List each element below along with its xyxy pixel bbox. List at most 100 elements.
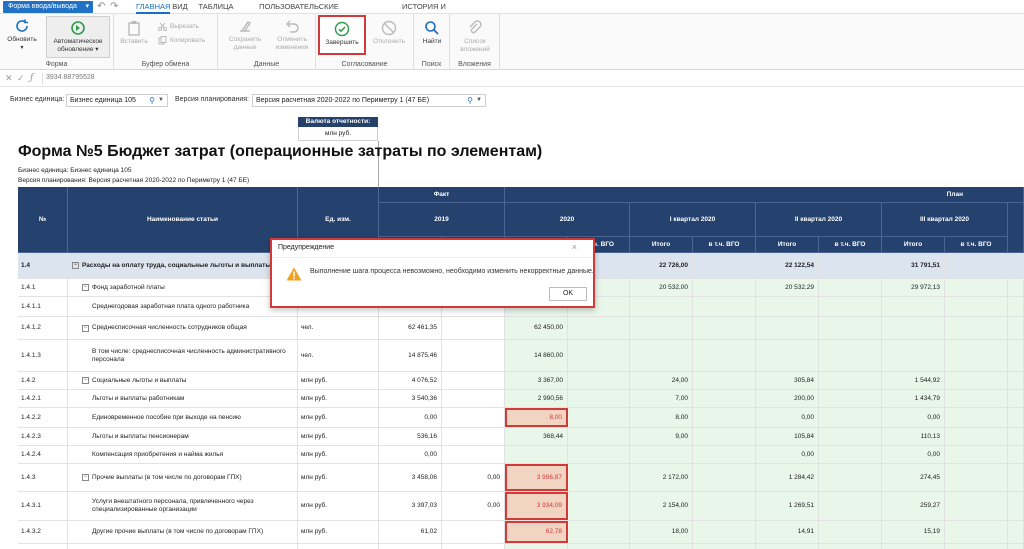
cell-q1-vgo[interactable] (693, 340, 756, 371)
cell-q2-vgo[interactable] (819, 317, 882, 339)
cell-q3-vgo[interactable] (945, 544, 1008, 549)
cell-q2-vgo[interactable] (819, 408, 882, 427)
cell-q2-vgo[interactable] (819, 446, 882, 463)
cell-extra[interactable] (1008, 279, 1024, 296)
cell-q1-vgo[interactable] (693, 297, 756, 316)
cell-2019-total[interactable]: 536,16 (379, 428, 442, 445)
undo-changes-button[interactable]: Отменить изменения (270, 18, 314, 52)
cell-extra[interactable] (1008, 372, 1024, 389)
ok-button[interactable]: OK (549, 287, 587, 301)
cell-q1-vgo[interactable] (693, 464, 756, 491)
cell-2020-vgo[interactable] (568, 372, 630, 389)
cell-q2-total[interactable]: 200,00 (756, 390, 819, 407)
cell-q3-total[interactable] (882, 317, 945, 339)
collapse-toggle-icon[interactable]: − (82, 474, 89, 481)
cell-q2-total[interactable] (756, 317, 819, 339)
save-button[interactable]: Сохранить данные (222, 18, 268, 52)
cell-extra[interactable] (1008, 408, 1024, 427)
cell-2019-total[interactable]: 0,00 (379, 408, 442, 427)
cell-2020-total[interactable]: 8,00 (505, 408, 568, 427)
cell-q2-vgo[interactable] (819, 297, 882, 316)
cell-q3-total[interactable]: 110,13 (882, 428, 945, 445)
attachments-button[interactable]: Список вложений (452, 20, 498, 54)
collapse-toggle-icon[interactable]: − (72, 262, 79, 269)
cell-q1-total[interactable]: 2 154,00 (630, 492, 693, 520)
cell-q3-total[interactable] (882, 544, 945, 549)
cell-extra[interactable] (1008, 446, 1024, 463)
chevron-down-icon[interactable]: ▼ (476, 95, 482, 106)
cell-q1-vgo[interactable] (693, 408, 756, 427)
cell-q2-vgo[interactable] (819, 428, 882, 445)
collapse-toggle-icon[interactable]: − (82, 284, 89, 291)
cell-2019-vgo[interactable] (442, 390, 505, 407)
cell-q3-total[interactable]: 0,00 (882, 446, 945, 463)
cell-q3-vgo[interactable] (945, 521, 1008, 543)
cell-extra[interactable] (1008, 340, 1024, 371)
cell-extra[interactable] (1008, 297, 1024, 316)
reject-button[interactable]: Отклонить (368, 20, 410, 46)
cell-extra[interactable] (1008, 544, 1024, 549)
cell-q3-total[interactable]: 29 972,13 (882, 279, 945, 296)
cell-q3-total[interactable]: 31 791,51 (882, 253, 945, 278)
cell-extra[interactable] (1008, 253, 1024, 278)
tab-user-functions[interactable]: ПОЛЬЗОВАТЕЛЬСКИЕ ФУНКЦИИ (246, 0, 352, 25)
cell-q1-total[interactable]: 7,00 (630, 390, 693, 407)
copy-button[interactable]: Копировать (158, 36, 205, 46)
form-menu-button[interactable]: Форма ввода/вывода ▾ (3, 1, 93, 13)
cell-q2-total[interactable]: 1 284,42 (756, 464, 819, 491)
cell-2020-vgo[interactable] (568, 446, 630, 463)
search-icon[interactable]: ⚲ (149, 95, 155, 106)
cell-2019-vgo[interactable] (442, 428, 505, 445)
cell-q3-total[interactable]: 15,19 (882, 521, 945, 543)
cell-2020-vgo[interactable] (568, 390, 630, 407)
cell-2020-total[interactable]: 368,44 (505, 428, 568, 445)
cell-q1-vgo[interactable] (693, 279, 756, 296)
cell-q2-total[interactable]: 0,00 (756, 446, 819, 463)
cancel-icon[interactable]: ✕ (5, 73, 13, 84)
cell-2019-total[interactable]: 62 461,35 (379, 317, 442, 339)
cell-q2-total[interactable] (756, 544, 819, 549)
cell-q2-total[interactable]: 305,84 (756, 372, 819, 389)
redo-icon[interactable]: ↷ (110, 0, 118, 14)
refresh-button[interactable]: Обновить ▾ (4, 18, 40, 52)
cell-q3-vgo[interactable] (945, 340, 1008, 371)
cell-q3-total[interactable] (882, 297, 945, 316)
cell-q2-vgo[interactable] (819, 544, 882, 549)
confirm-icon[interactable]: ✓ (17, 73, 25, 84)
cell-q1-total[interactable]: 20 532,00 (630, 279, 693, 296)
cell-q2-total[interactable]: 0,00 (756, 408, 819, 427)
paste-button[interactable]: Вставить (118, 20, 150, 46)
cell-q2-total[interactable]: 1 269,51 (756, 492, 819, 520)
find-button[interactable]: Найти (416, 20, 448, 46)
cell-q1-total[interactable]: 9,00 (630, 428, 693, 445)
cell-q2-total[interactable] (756, 340, 819, 371)
tab-history-comments[interactable]: ИСТОРИЯ И КОММЕНТИРОВАНИЕ (362, 0, 486, 25)
cell-q1-total[interactable]: 18,00 (630, 521, 693, 543)
cell-q1-vgo[interactable] (693, 446, 756, 463)
cell-q1-total[interactable] (630, 544, 693, 549)
cell-q3-vgo[interactable] (945, 492, 1008, 520)
search-icon[interactable]: ⚲ (467, 95, 473, 106)
cell-2019-vgo[interactable] (442, 340, 505, 371)
cut-button[interactable]: Вырезать (158, 22, 199, 32)
cell-q3-total[interactable]: 259,27 (882, 492, 945, 520)
cell-q2-vgo[interactable] (819, 279, 882, 296)
cell-q3-vgo[interactable] (945, 390, 1008, 407)
cell-2019-vgo[interactable] (442, 544, 505, 549)
cell-2019-total[interactable] (379, 544, 442, 549)
cell-extra[interactable] (1008, 521, 1024, 543)
cell-q2-vgo[interactable] (819, 521, 882, 543)
cell-2020-vgo[interactable] (568, 464, 630, 491)
collapse-toggle-icon[interactable]: − (82, 377, 89, 384)
cell-2019-vgo[interactable] (442, 446, 505, 463)
cell-q1-total[interactable] (630, 446, 693, 463)
business-unit-select[interactable]: Бизнес единица 105 ⚲ ▼ (66, 94, 168, 107)
cell-q2-total[interactable]: 20 532,29 (756, 279, 819, 296)
cell-q3-total[interactable]: 0,00 (882, 408, 945, 427)
cell-2020-vgo[interactable] (568, 521, 630, 543)
cell-2019-total[interactable]: 3 540,36 (379, 390, 442, 407)
cell-q1-vgo[interactable] (693, 317, 756, 339)
cell-q3-vgo[interactable] (945, 428, 1008, 445)
cell-q1-total[interactable]: 24,00 (630, 372, 693, 389)
cell-2020-total[interactable]: 3 996,87 (505, 464, 568, 491)
